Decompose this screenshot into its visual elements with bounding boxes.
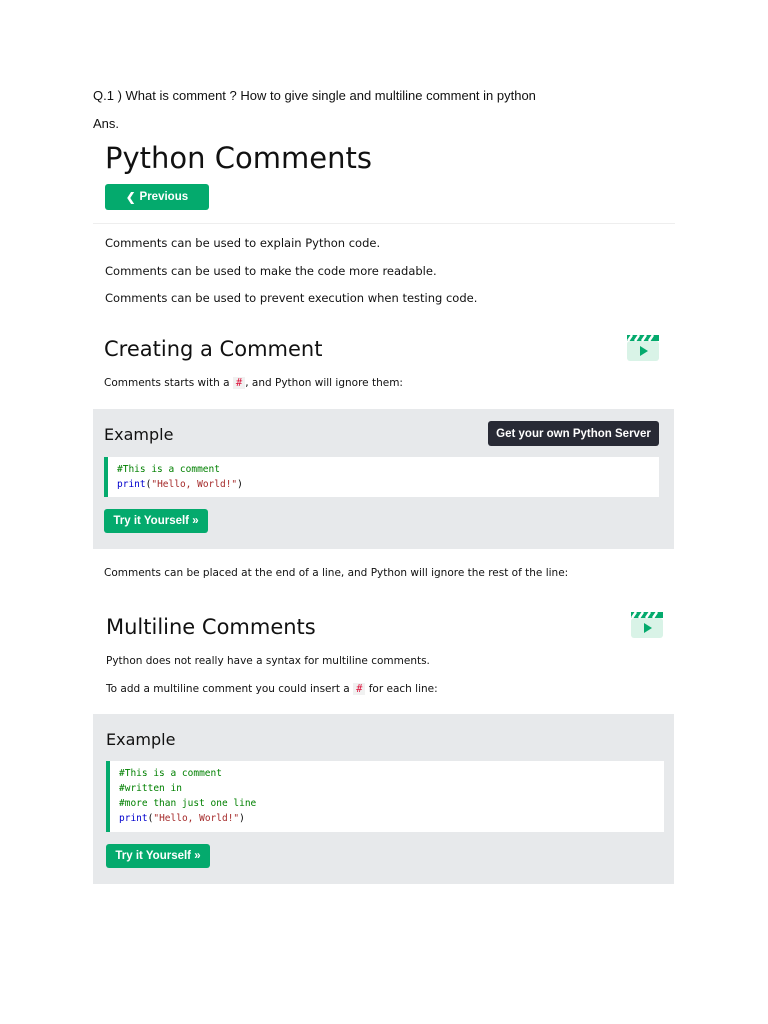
chevron-left-icon: ❮ — [125, 192, 136, 204]
code-string: "Hello, World!" — [153, 813, 240, 824]
code-paren: ) — [237, 479, 243, 490]
question-text: Q.1 ) What is comment ? How to give sing… — [93, 88, 536, 103]
code-line: print("Hello, World!") — [119, 811, 664, 826]
previous-button[interactable]: ❮ Previous — [105, 184, 209, 210]
try-it-yourself-button[interactable]: Try it Yourself » — [104, 509, 208, 533]
section-heading-multiline: Multiline Comments — [106, 615, 316, 639]
video-icon[interactable] — [631, 612, 663, 638]
example-box: Example Get your own Python Server #This… — [93, 409, 674, 549]
code-comment: #This is a comment — [117, 464, 220, 475]
code-block: #This is a comment print("Hello, World!"… — [104, 457, 659, 497]
inline-code: # — [353, 683, 366, 695]
answer-label: Ans. — [93, 116, 120, 131]
example-box: Example #This is a comment #written in #… — [93, 714, 674, 884]
code-paren: ) — [239, 813, 245, 824]
multiline-text-1: Python does not really have a syntax for… — [106, 655, 430, 667]
try-it-yourself-button[interactable]: Try it Yourself » — [106, 844, 210, 868]
creating-text: Comments starts with a #, and Python wil… — [104, 377, 403, 389]
code-func: print — [117, 479, 146, 490]
text: Comments starts with a — [104, 377, 233, 389]
code-block: #This is a comment #written in #more tha… — [106, 761, 664, 832]
code-comment: #written in — [119, 783, 182, 794]
page-title: Python Comments — [105, 141, 372, 175]
divider — [93, 223, 675, 224]
multiline-text-2: To add a multiline comment you could ins… — [106, 683, 438, 695]
previous-label: Previous — [139, 191, 189, 203]
document-page: Q.1 ) What is comment ? How to give sing… — [0, 0, 768, 1024]
end-of-line-text: Comments can be placed at the end of a l… — [104, 567, 569, 579]
text: To add a multiline comment you could ins… — [106, 683, 354, 695]
inline-code: # — [232, 377, 246, 389]
video-icon[interactable] — [627, 335, 659, 361]
code-line: print("Hello, World!") — [117, 477, 659, 492]
intro-line: Comments can be used to make the code mo… — [105, 264, 437, 278]
code-comment: #This is a comment — [119, 768, 222, 779]
example-title: Example — [104, 425, 174, 444]
section-heading-creating: Creating a Comment — [104, 337, 323, 361]
intro-line: Comments can be used to prevent executio… — [105, 291, 478, 305]
code-comment: #more than just one line — [119, 798, 257, 809]
code-string: "Hello, World!" — [151, 479, 238, 490]
example-title: Example — [106, 730, 176, 749]
intro-line: Comments can be used to explain Python c… — [105, 236, 381, 250]
code-func: print — [119, 813, 148, 824]
get-server-button[interactable]: Get your own Python Server — [488, 421, 659, 446]
text: , and Python will ignore them: — [245, 377, 403, 389]
text: for each line: — [365, 683, 438, 695]
